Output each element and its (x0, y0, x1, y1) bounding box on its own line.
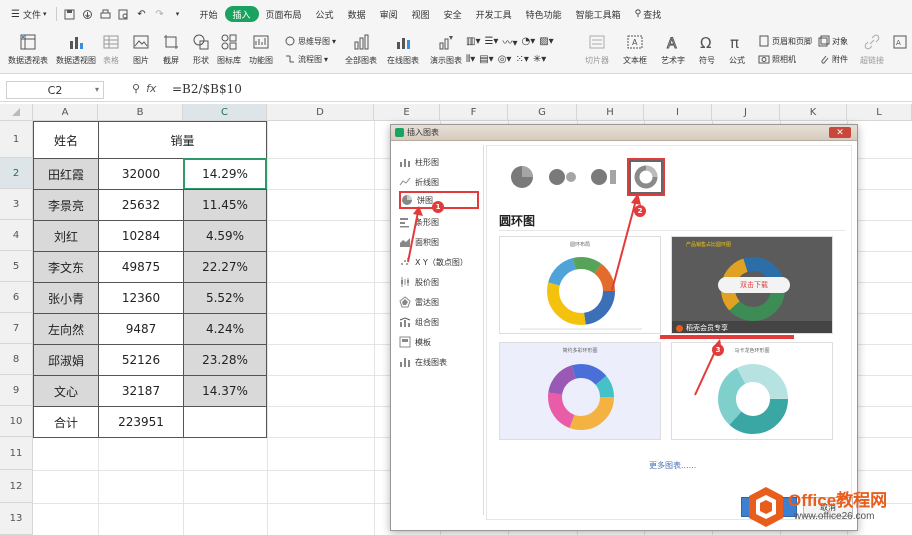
step-badge-3: 3 (712, 344, 724, 356)
watermark-url: www.office26.com (794, 511, 875, 522)
arrow-2 (611, 199, 637, 291)
office-logo-icon (749, 487, 783, 527)
highlight-underline (660, 335, 794, 339)
arrowhead-2 (631, 193, 641, 205)
arrow-1 (407, 211, 419, 263)
step-badge-1: 1 (432, 201, 444, 213)
arrowhead-1 (413, 206, 423, 216)
step-badge-2: 2 (634, 205, 646, 217)
watermark: Office教程网 www.office26.com (748, 484, 912, 532)
watermark-brand: Office教程网 (788, 491, 888, 510)
tutorial-annotations (407, 193, 794, 396)
